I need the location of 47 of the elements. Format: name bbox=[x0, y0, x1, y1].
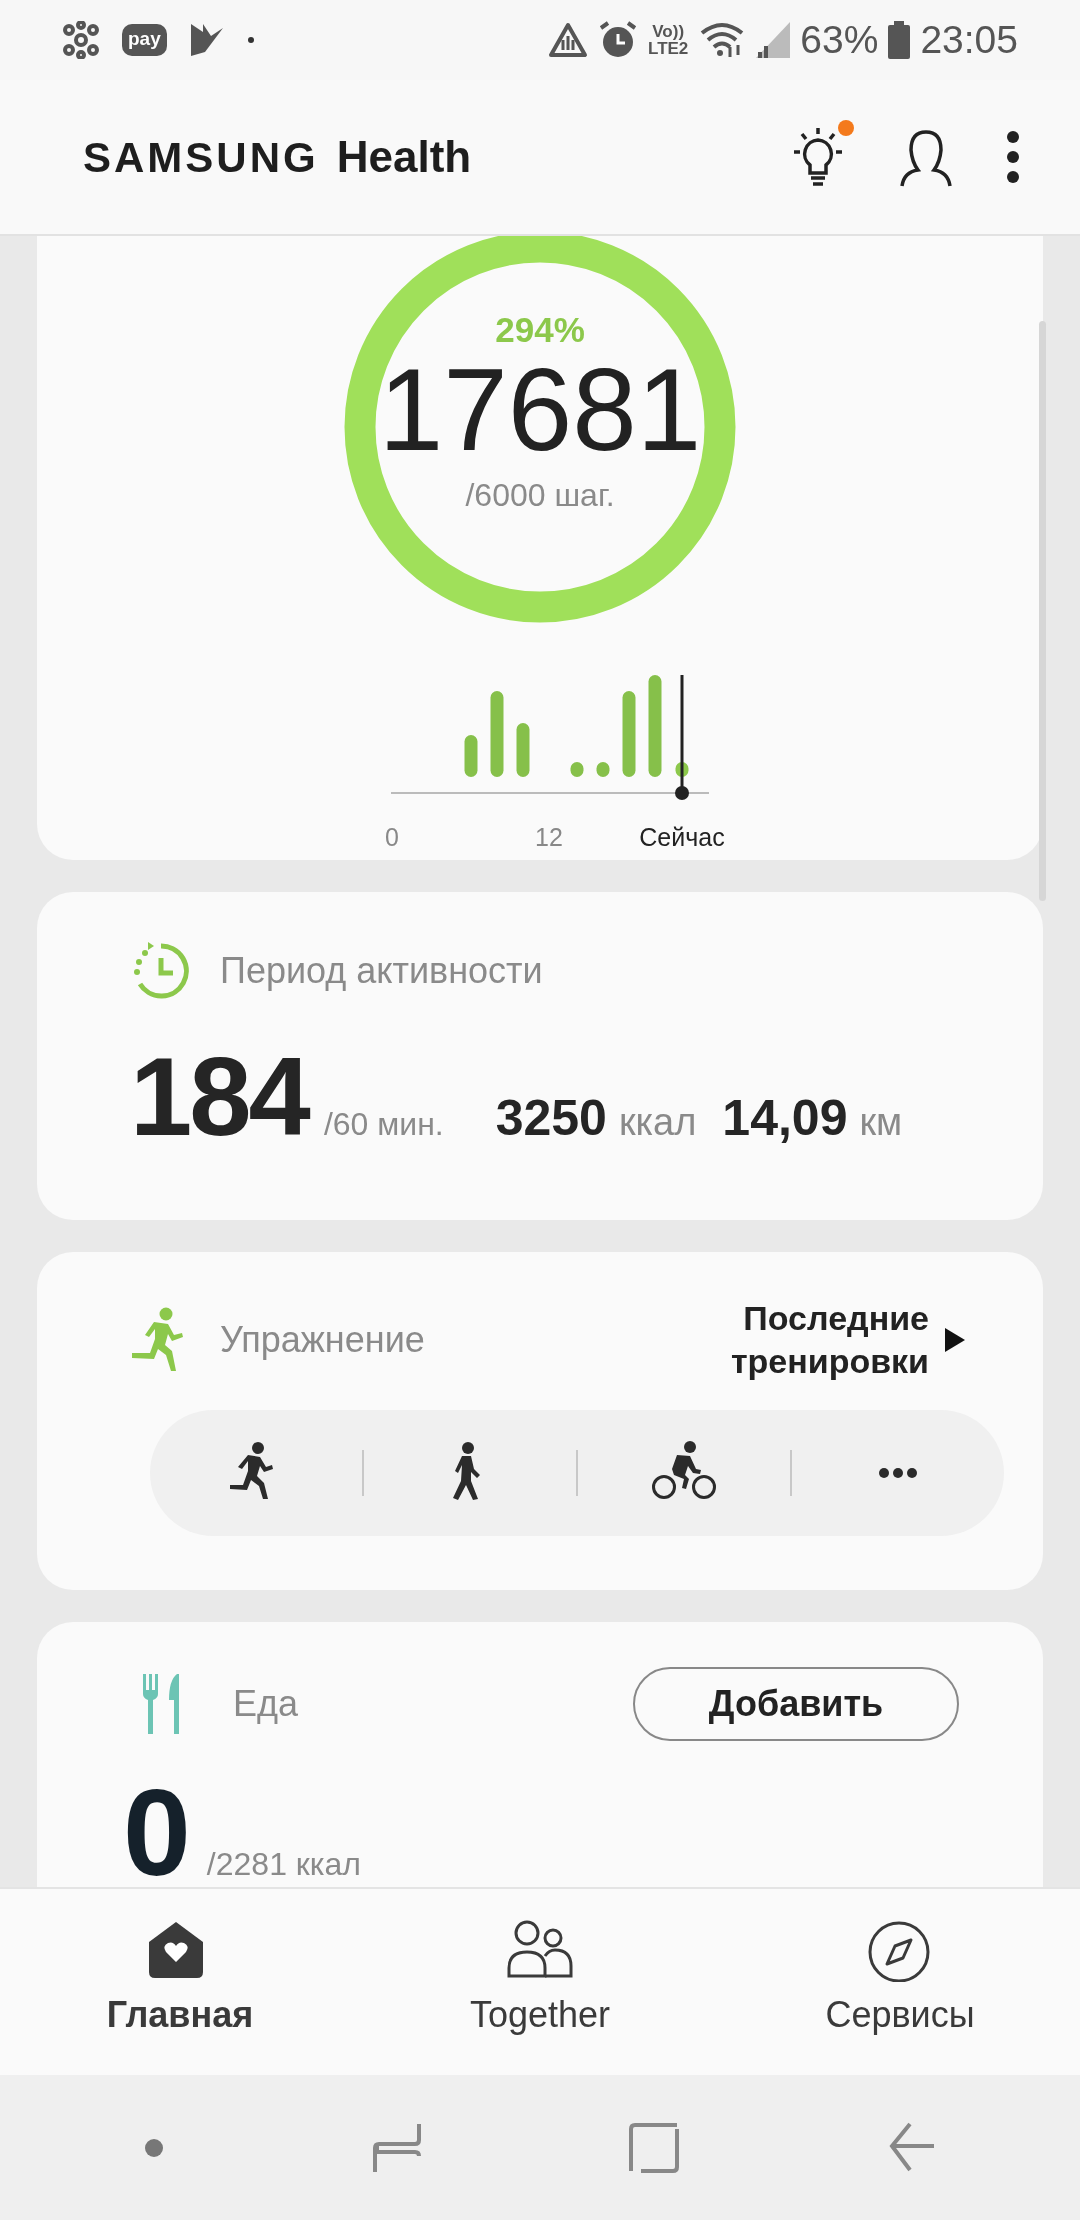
chart-bar bbox=[516, 723, 530, 777]
distance-value: 14,09 bbox=[722, 1089, 848, 1147]
home-button-icon[interactable] bbox=[629, 2122, 680, 2173]
step-goal: /6000 шаг. bbox=[465, 477, 615, 515]
calories-value: 3250 bbox=[495, 1089, 607, 1147]
goal-percent: 294% bbox=[495, 309, 585, 350]
step-count: 17681 bbox=[378, 349, 702, 472]
card-title: Еда bbox=[233, 1683, 300, 1725]
alarm-icon bbox=[598, 20, 638, 60]
axis-label: Сейчас bbox=[639, 823, 725, 852]
volte-label: Vo)) bbox=[651, 23, 686, 40]
card-title: Период активности bbox=[220, 950, 543, 992]
clock-time: 23:05 bbox=[920, 18, 1018, 62]
distance-unit: км bbox=[859, 1101, 903, 1144]
active-minutes: 184 bbox=[130, 1033, 308, 1161]
add-button[interactable]: Добавить bbox=[633, 1667, 959, 1741]
chart-bar bbox=[570, 762, 584, 777]
hub-icon bbox=[62, 21, 100, 59]
axis-label: 12 bbox=[535, 823, 563, 852]
nav-tab[interactable]: Together bbox=[360, 1889, 720, 2075]
chart-bar bbox=[464, 735, 478, 777]
battery-percent: 63% bbox=[800, 18, 879, 62]
back-icon[interactable] bbox=[887, 2121, 936, 2174]
play-arrow-icon bbox=[945, 1327, 965, 1352]
dot-icon[interactable] bbox=[144, 2137, 165, 2158]
signal-icon bbox=[756, 22, 791, 58]
calories-eaten: 0 bbox=[123, 1764, 191, 1887]
battery-icon bbox=[888, 21, 911, 59]
more-icon bbox=[879, 1468, 917, 1478]
lte-label: LTE2 bbox=[648, 40, 689, 57]
card-title: Упражнение bbox=[220, 1318, 426, 1361]
recent-workouts-link[interactable]: Последние тренировки bbox=[689, 1297, 965, 1382]
nav-tab[interactable]: Сервисы bbox=[720, 1889, 1080, 2075]
brand-logo: SAMSUNG bbox=[83, 134, 319, 182]
calories-goal: /2281 ккал bbox=[206, 1846, 361, 1883]
nav-tab[interactable]: Главная bbox=[0, 1889, 360, 2075]
minutes-goal: /60 мин. bbox=[323, 1106, 444, 1143]
runner-icon bbox=[130, 1306, 186, 1373]
axis-label: 0 bbox=[385, 823, 399, 852]
more-options-icon[interactable] bbox=[1006, 130, 1020, 184]
chart-bar bbox=[596, 762, 610, 777]
app-name: Health bbox=[336, 132, 472, 182]
data-saver-icon bbox=[548, 22, 588, 58]
pay-app-icon: pay bbox=[122, 24, 167, 56]
calories-unit: ккал bbox=[618, 1101, 697, 1144]
dot-icon bbox=[246, 36, 255, 44]
recent-apps-icon[interactable] bbox=[372, 2121, 421, 2174]
